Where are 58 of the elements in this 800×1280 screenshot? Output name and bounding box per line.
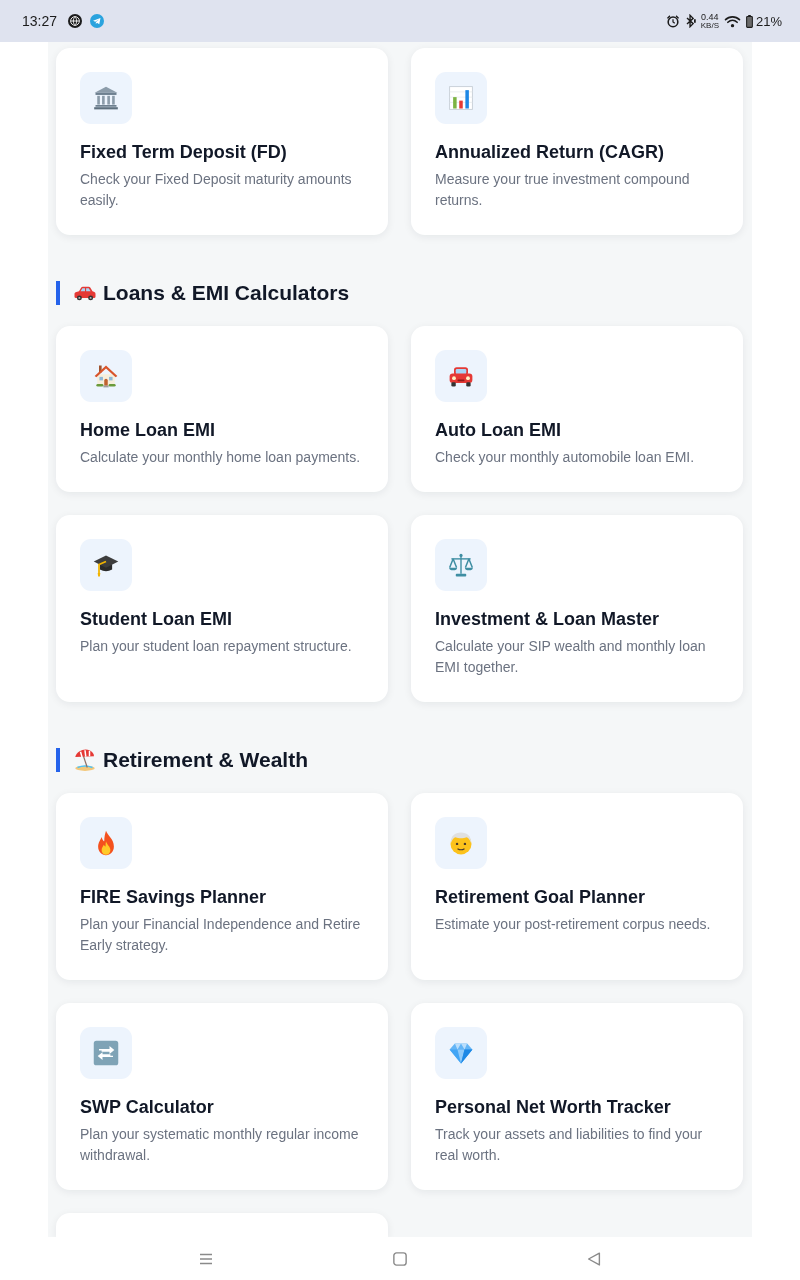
wifi-icon [723, 14, 741, 28]
network-speed-unit: KB/S [700, 21, 719, 30]
menu-icon[interactable] [199, 1251, 213, 1266]
section-accent-bar [56, 748, 60, 772]
card-description: Calculate your SIP wealth and monthly loan EMI together. [435, 637, 707, 677]
calculator-card[interactable]: Retirement Goal Planner Estimate your post-retirement corpus needs. [411, 793, 743, 980]
house-icon [80, 350, 132, 402]
bluetooth-icon [684, 14, 696, 28]
section-heading: Loans & EMI Calculators [103, 281, 350, 305]
card-description: Plan your Financial Independence and Retire Early strategy. [80, 915, 362, 955]
card-description: Check your monthly automobile loan EMI. [435, 448, 695, 467]
card-title: Investment & Loan Master [435, 608, 660, 630]
battery-percentage: 21% [755, 13, 782, 29]
section-heading: Retirement & Wealth [103, 748, 308, 772]
card-description: Plan your student loan repayment structure. [80, 637, 352, 656]
network-speed: 0.44 [701, 12, 719, 22]
card-description: Measure your true investment compound returns. [435, 170, 691, 210]
battery-icon [745, 14, 753, 28]
card-title: Fixed Term Deposit (FD) [80, 141, 287, 163]
beach-umbrella-icon [73, 748, 97, 772]
card-description: Calculate your monthly home loan payments. [80, 448, 361, 467]
bank-building-icon [80, 72, 132, 124]
fire-icon [80, 817, 132, 869]
repeat-arrows-icon [80, 1027, 132, 1079]
back-icon[interactable] [587, 1251, 601, 1266]
calculator-card[interactable]: Home Loan EMI Calculate your monthly home loan payments. [56, 326, 388, 492]
card-title: Annualized Return (CAGR) [435, 141, 664, 163]
gem-icon [435, 1027, 487, 1079]
globe-icon [68, 14, 83, 28]
calculator-card[interactable]: FIRE Savings Planner Plan your Financial Independence and Retire Early strategy. [56, 793, 388, 980]
card-title: Retirement Goal Planner [435, 886, 646, 908]
calculator-card[interactable]: Annualized Return (CAGR) Measure your true investment compound returns. [411, 48, 743, 235]
card-title: Personal Net Worth Tracker [435, 1096, 671, 1118]
card-title: Home Loan EMI [80, 419, 215, 441]
calculator-card[interactable]: Investment & Loan Master Calculate your SIP wealth and monthly loan EMI together. [411, 515, 743, 702]
card-title: Auto Loan EMI [435, 419, 561, 441]
card-title: FIRE Savings Planner [80, 886, 267, 908]
card-description: Plan your systematic monthly regular income withdrawal. [80, 1125, 360, 1165]
car-icon [435, 350, 487, 402]
bar-chart-icon [435, 72, 487, 124]
paper-plane-icon [90, 14, 105, 28]
calculator-card[interactable]: SWP Calculator Plan your systematic monthly regular income withdrawal. [56, 1003, 388, 1190]
square-icon[interactable] [393, 1251, 407, 1266]
alarm-clock-icon [665, 14, 680, 28]
graduation-cap-icon [80, 539, 132, 591]
calculator-card[interactable]: Personal Net Worth Tracker Track your assets and liabilities to find your real worth. [411, 1003, 743, 1190]
elderly-face-icon [435, 817, 487, 869]
status-time: 13:27 [22, 13, 58, 29]
calculator-card[interactable]: Student Loan EMI Plan your student loan repayment structure. [56, 515, 388, 702]
section-accent-bar [56, 281, 60, 305]
card-description: Estimate your post-retirement corpus needs. [435, 915, 711, 934]
calculator-card[interactable]: Fixed Term Deposit (FD) Check your Fixed Deposit maturity amounts easily. [56, 48, 388, 235]
balance-scale-icon [435, 539, 487, 591]
card-title: Student Loan EMI [80, 608, 232, 630]
calculator-card[interactable]: Auto Loan EMI Check your monthly automobile loan EMI. [411, 326, 743, 492]
card-title: SWP Calculator [80, 1096, 214, 1118]
card-description: Track your assets and liabilities to find your real worth. [435, 1125, 704, 1165]
card-description: Check your Fixed Deposit maturity amounts easily. [80, 170, 353, 210]
